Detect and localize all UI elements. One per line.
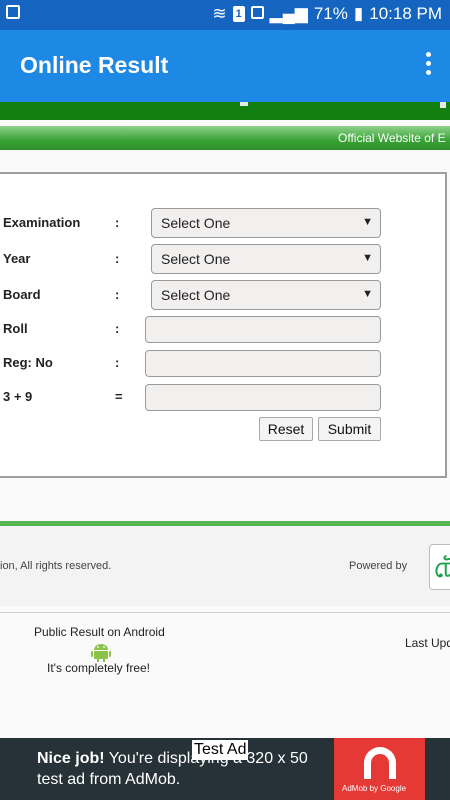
board-row: Board : Select One ▼ [0, 280, 449, 310]
year-label: Year [3, 251, 31, 266]
admob-byline: AdMob by Google [342, 784, 407, 793]
test-ad-badge: Test Ad [192, 740, 249, 760]
image-icon [250, 4, 264, 24]
board-select[interactable]: Select One ▼ [151, 280, 381, 310]
admob-logo[interactable]: AdMob by Google [334, 738, 425, 800]
roll-label: Roll [3, 321, 28, 336]
status-bar: ≋ 1 ▂▄▆ 71% ▮ 10:18 PM [0, 0, 450, 30]
exam-label: Examination [3, 215, 81, 230]
dropdown-arrow-icon: ▼ [362, 252, 373, 264]
exam-row: Examination : Select One ▼ [0, 208, 449, 238]
reg-input[interactable] [145, 350, 381, 377]
captcha-row: 3 + 9 = [0, 384, 449, 414]
footer: ion, All rights reserved. Powered by টে [0, 526, 450, 606]
result-form: Examination : Select One ▼ Year : Select… [0, 172, 447, 478]
sim-icon: 1 [232, 6, 245, 22]
reset-button[interactable]: Reset [259, 417, 313, 441]
android-promo-title[interactable]: Public Result on Android [34, 625, 165, 639]
app-title: Online Result [20, 52, 169, 78]
copyright-text: ion, All rights reserved. [0, 560, 112, 572]
captcha-input[interactable] [145, 384, 381, 411]
partner-logo[interactable]: টে [429, 544, 450, 590]
ticker-text: Official Website of E [338, 131, 446, 145]
admob-icon [364, 747, 396, 779]
more-vertical-icon[interactable] [424, 52, 432, 78]
board-label: Board [3, 287, 41, 302]
ad-banner[interactable]: Nice job! You're displaying a 320 x 50 t… [0, 738, 450, 800]
section-divider [0, 612, 450, 613]
site-banner [0, 102, 450, 120]
powered-by-text: Powered by [349, 560, 408, 572]
android-icon[interactable] [90, 642, 112, 662]
clock: 10:18 PM [369, 4, 442, 23]
dropdown-arrow-icon: ▼ [362, 288, 373, 300]
battery-level: 71% [313, 4, 348, 23]
gallery-icon [6, 5, 20, 24]
reg-row: Reg: No : [0, 350, 449, 380]
captcha-label: 3 + 9 [3, 389, 33, 404]
marquee-ticker: Official Website of E [0, 126, 450, 150]
dropdown-arrow-icon: ▼ [362, 216, 373, 228]
year-row: Year : Select One ▼ [0, 244, 449, 274]
submit-button[interactable]: Submit [318, 417, 381, 441]
last-update-label: Last Upd [405, 636, 450, 650]
app-bar: Online Result [0, 30, 450, 102]
reg-label: Reg: No [3, 355, 53, 370]
exam-select[interactable]: Select One ▼ [151, 208, 381, 238]
roll-row: Roll : [0, 316, 449, 346]
wifi-icon: ≋ [212, 4, 227, 23]
ad-text: Nice job! You're displaying a 320 x 50 t… [37, 750, 308, 788]
battery-icon: ▮ [353, 4, 364, 23]
signal-icon: ▂▄▆ [269, 4, 308, 23]
year-select[interactable]: Select One ▼ [151, 244, 381, 274]
roll-input[interactable] [145, 316, 381, 343]
android-promo: Public Result on Android It's completely… [0, 620, 450, 738]
android-promo-subtitle: It's completely free! [47, 661, 150, 675]
